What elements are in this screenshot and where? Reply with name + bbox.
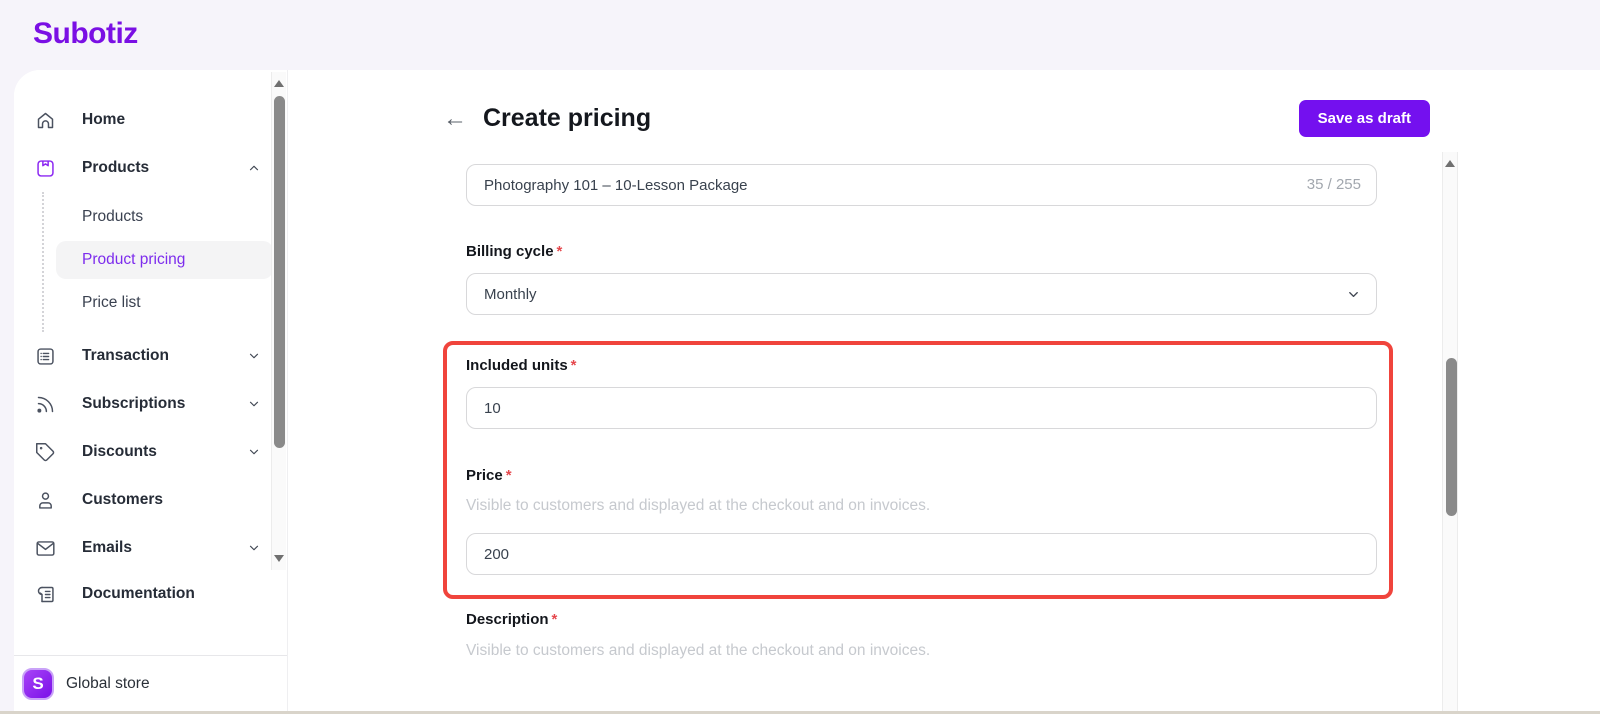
app-header: Subotiz xyxy=(0,0,1600,68)
store-name: Global store xyxy=(66,674,150,692)
save-as-draft-button[interactable]: Save as draft xyxy=(1298,100,1430,137)
sidebar-item-label: Documentation xyxy=(82,585,195,602)
user-icon xyxy=(34,489,56,511)
tag-icon xyxy=(34,441,56,463)
sidebar-subitem-products[interactable]: Products xyxy=(56,196,273,238)
sidebar-item-documentation[interactable]: Documentation xyxy=(14,572,287,616)
price-label: Price * xyxy=(466,467,512,484)
back-arrow-icon[interactable]: ← xyxy=(443,106,467,131)
main-content: ← Create pricing Save as draft 35 / 255 … xyxy=(288,70,1600,714)
content-panel: Home Products Products Product pricing P… xyxy=(14,70,1600,714)
store-avatar: S xyxy=(22,667,54,700)
sidebar-item-customers[interactable]: Customers xyxy=(14,476,287,524)
sidebar-scrollbar-thumb[interactable] xyxy=(274,96,285,448)
included-units-label: Included units * xyxy=(466,357,577,374)
sidebar-item-label: Products xyxy=(82,159,150,176)
chevron-down-icon xyxy=(247,541,261,555)
sidebar-item-label: Discounts xyxy=(82,443,157,460)
sidebar-nav: Home Products Products Product pricing P… xyxy=(14,70,287,616)
required-asterisk: * xyxy=(570,357,577,374)
sidebar-item-label: Subscriptions xyxy=(82,395,186,412)
name-field-wrap: 35 / 255 xyxy=(466,164,1377,206)
char-counter: 35 / 255 xyxy=(1306,176,1361,193)
rss-icon xyxy=(34,393,56,415)
sidebar-item-discounts[interactable]: Discounts xyxy=(14,428,287,476)
billing-cycle-select-wrap xyxy=(466,273,1377,315)
sidebar-item-label: Customers xyxy=(82,491,163,508)
sidebar-item-label: Home xyxy=(82,111,126,128)
pricing-name-input[interactable] xyxy=(466,164,1377,206)
page-header: ← Create pricing Save as draft xyxy=(443,100,1430,137)
pricing-form: 35 / 255 Billing cycle* Included units* … xyxy=(443,164,1393,660)
main-scrollbar-thumb[interactable] xyxy=(1445,358,1457,516)
highlight-box: Included units* Price* Visible to custom… xyxy=(443,341,1393,599)
price-helper-text: Visible to customers and displayed at th… xyxy=(466,497,931,514)
sidebar-item-transaction[interactable]: Transaction xyxy=(14,332,287,380)
package-icon xyxy=(34,157,56,179)
home-icon xyxy=(34,109,56,131)
chevron-up-icon xyxy=(247,161,261,175)
sidebar-subitem-price-list[interactable]: Price list xyxy=(56,282,273,324)
sidebar-item-label: Transaction xyxy=(82,347,169,364)
sidebar-subitem-product-pricing[interactable]: Product pricing xyxy=(56,241,273,279)
chevron-down-icon xyxy=(247,349,261,363)
required-asterisk: * xyxy=(505,467,512,484)
sidebar-item-subscriptions[interactable]: Subscriptions xyxy=(14,380,287,428)
description-label: Description * xyxy=(466,611,558,628)
sidebar-item-label: Emails xyxy=(82,539,132,556)
chevron-down-icon xyxy=(247,397,261,411)
sidebar-item-products[interactable]: Products xyxy=(14,144,287,192)
required-asterisk: * xyxy=(551,611,558,628)
app-logo: Subotiz xyxy=(33,17,138,50)
document-icon xyxy=(34,583,56,605)
chevron-down-icon xyxy=(1349,292,1358,297)
scroll-down-icon[interactable] xyxy=(274,555,284,562)
sidebar: Home Products Products Product pricing P… xyxy=(14,70,288,714)
required-asterisk: * xyxy=(556,243,563,260)
sidebar-scrollbar[interactable] xyxy=(271,72,286,570)
products-submenu: Products Product pricing Price list xyxy=(42,192,287,332)
sidebar-item-home[interactable]: Home xyxy=(14,96,287,144)
list-icon xyxy=(34,345,56,367)
store-switcher[interactable]: S Global store xyxy=(14,655,287,711)
included-units-input[interactable] xyxy=(466,387,1377,429)
billing-cycle-label: Billing cycle * xyxy=(466,243,563,260)
mail-icon xyxy=(34,537,56,559)
page-title: Create pricing xyxy=(483,104,652,132)
chevron-down-icon xyxy=(247,445,261,459)
main-scrollbar[interactable] xyxy=(1442,152,1458,714)
description-helper-text: Visible to customers and displayed at th… xyxy=(466,642,931,659)
scroll-up-icon[interactable] xyxy=(1445,160,1455,167)
price-input[interactable] xyxy=(466,533,1377,575)
scroll-up-icon[interactable] xyxy=(274,80,284,87)
sidebar-item-emails[interactable]: Emails xyxy=(14,524,287,572)
billing-cycle-select[interactable] xyxy=(466,273,1377,315)
